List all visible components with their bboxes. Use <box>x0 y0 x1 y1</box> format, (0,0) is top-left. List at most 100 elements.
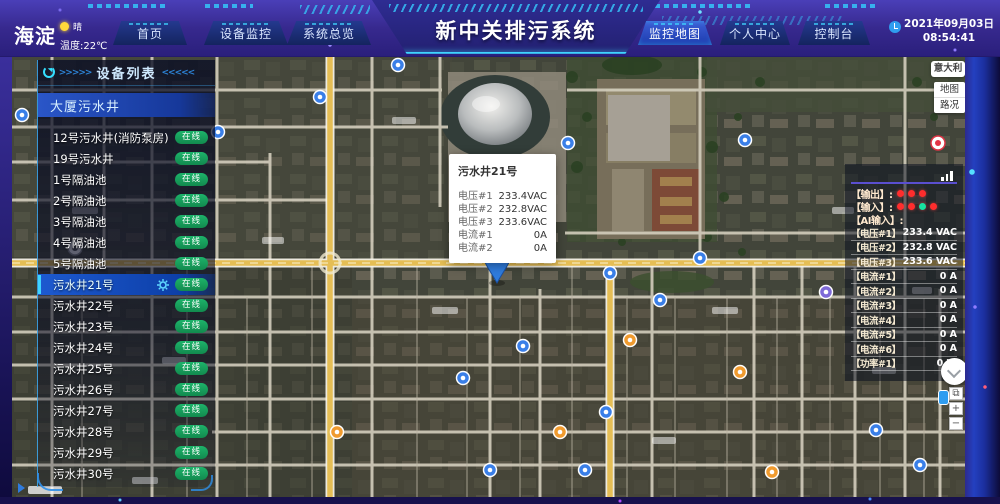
panel-collapse-button[interactable] <box>941 358 968 385</box>
region-label: 海淀 <box>14 20 56 49</box>
device-list-title: 设备列表 <box>96 63 156 82</box>
map-type-option-map[interactable]: 地图 <box>934 82 965 97</box>
status-dot <box>930 203 937 210</box>
map-type-option-traffic[interactable]: 路况 <box>934 97 965 113</box>
nav-system-overview[interactable]: 系统总览 <box>287 21 371 45</box>
map-poi-label-chip: 意大利 <box>931 61 965 77</box>
clock-icon <box>889 21 901 33</box>
nav-monitor-map[interactable]: 监控地图 <box>638 21 712 45</box>
telemetry-row: 【电流#6】0 A <box>851 342 957 357</box>
status-badge: 在线 <box>175 278 208 291</box>
status-badge: 在线 <box>175 131 208 144</box>
list-item[interactable]: 污水井24号在线 <box>38 337 215 358</box>
list-item-selected[interactable]: 污水井21号 在线 <box>38 274 215 295</box>
dashboard: 意大利 地图 路况 ⧉ + − >>>>> 设备列表 <<<<< 大厦污水井 1… <box>0 0 1000 504</box>
status-badge: 在线 <box>175 404 208 417</box>
list-item[interactable]: 污水井22号在线 <box>38 295 215 316</box>
list-item[interactable]: 污水井30号在线 <box>38 463 215 484</box>
status-dot <box>919 190 926 197</box>
telemetry-header <box>851 168 957 184</box>
telemetry-row: 【电流#5】0 A <box>851 328 957 343</box>
map-logo <box>18 483 25 493</box>
status-badge: 在线 <box>175 362 208 375</box>
status-dot <box>908 190 915 197</box>
device-list-header: >>>>> 设备列表 <<<<< <box>38 60 215 86</box>
header-deco-dashes <box>655 4 750 8</box>
frame-bottom <box>0 497 1000 504</box>
chevrons-right-icon: >>>>> <box>59 68 92 78</box>
zoom-in-button[interactable]: + <box>949 402 963 415</box>
app-title: 新中关排污系统 <box>436 15 597 45</box>
status-badge: 在线 <box>175 236 208 249</box>
telemetry-row: 【电流#3】0 A <box>851 299 957 314</box>
status-badge: 在线 <box>175 383 208 396</box>
status-badge: 在线 <box>175 320 208 333</box>
map-zoom-control: ⧉ + − <box>949 387 963 432</box>
status-badge: 在线 <box>175 446 208 459</box>
status-badge: 在线 <box>175 467 208 480</box>
device-list: 12号污水井(消防泵房)在线 19号污水井在线 1号隔油池在线 2号隔油池在线 … <box>38 127 215 484</box>
list-item[interactable]: 12号污水井(消防泵房)在线 <box>38 127 215 148</box>
telemetry-row: 【电压#2】232.8 VAC <box>851 241 957 256</box>
app-title-band: 新中关排污系统 <box>372 0 660 56</box>
telemetry-row: 【电流#2】0 A <box>851 284 957 299</box>
status-dot <box>897 190 904 197</box>
status-badge: 在线 <box>175 152 208 165</box>
status-badge: 在线 <box>175 425 208 438</box>
date-label: 2021年09月03日 <box>903 18 995 32</box>
list-item[interactable]: 1号隔油池在线 <box>38 169 215 190</box>
list-item[interactable]: 19号污水井在线 <box>38 148 215 169</box>
map-overview-button[interactable]: ⧉ <box>949 387 963 400</box>
chevrons-left-icon: <<<<< <box>162 68 195 78</box>
telemetry-row: 【电压#1】233.4 VAC <box>851 226 957 241</box>
streetview-pegman-icon[interactable] <box>938 390 949 405</box>
header-deco-dashes <box>88 4 168 8</box>
list-item[interactable]: 污水井23号在线 <box>38 316 215 337</box>
device-list-panel: >>>>> 设备列表 <<<<< 大厦污水井 12号污水井(消防泵房)在线 19… <box>37 60 215 487</box>
nav-personal-center[interactable]: 个人中心 <box>720 21 790 45</box>
frame-left <box>0 57 12 504</box>
datetime-widget: 2021年09月03日 08:54:41 <box>903 18 995 45</box>
nav-home[interactable]: 首页 <box>113 21 187 45</box>
status-dot <box>919 203 926 210</box>
list-item[interactable]: 2号隔油池在线 <box>38 190 215 211</box>
gear-icon[interactable] <box>157 279 169 291</box>
frame-right <box>965 57 1000 504</box>
status-badge: 在线 <box>175 299 208 312</box>
telemetry-panel: 【输出】: 【输入】: 【AI输入】: 【电压#1】233.4 VAC 【电压#… <box>845 164 963 381</box>
header-deco-hatch <box>300 5 370 14</box>
list-item[interactable]: 3号隔油池在线 <box>38 211 215 232</box>
status-badge: 在线 <box>175 215 208 228</box>
bar-chart-icon[interactable] <box>941 170 955 181</box>
status-badge: 在线 <box>175 257 208 270</box>
telemetry-row: 【电流#1】0 A <box>851 270 957 285</box>
weather-condition: 晴 <box>73 23 82 33</box>
nav-console[interactable]: 控制台 <box>798 21 870 45</box>
header-deco-dashes <box>205 4 253 8</box>
status-dot <box>897 203 904 210</box>
list-item[interactable]: 4号隔油池在线 <box>38 232 215 253</box>
list-item[interactable]: 污水井27号在线 <box>38 400 215 421</box>
list-item[interactable]: 污水井29号在线 <box>38 442 215 463</box>
list-item[interactable]: 5号隔油池在线 <box>38 253 215 274</box>
status-badge: 在线 <box>175 173 208 186</box>
list-item[interactable]: 污水井25号在线 <box>38 358 215 379</box>
ai-input-row: 【AI输入】: <box>851 213 957 226</box>
list-item[interactable]: 污水井28号在线 <box>38 421 215 442</box>
time-label: 08:54:41 <box>903 32 995 46</box>
telemetry-row: 【电压#3】233.6 VAC <box>851 255 957 270</box>
top-header-bar: 海淀 晴 温度:22℃ 首页 设备监控 系统总览 新中关排污系统 监控地图 个人… <box>0 0 1000 57</box>
popup-title: 污水井21号 <box>458 163 547 179</box>
refresh-icon[interactable] <box>43 66 55 78</box>
status-badge: 在线 <box>175 341 208 354</box>
nav-device-monitor[interactable]: 设备监控 <box>204 21 288 45</box>
header-deco-dashes <box>825 4 877 8</box>
list-item[interactable]: 污水井26号在线 <box>38 379 215 400</box>
telemetry-row: 【电流#4】0 A <box>851 313 957 328</box>
status-dot <box>908 203 915 210</box>
zoom-out-button[interactable]: − <box>949 417 963 430</box>
device-category[interactable]: 大厦污水井 <box>38 93 215 117</box>
sun-icon <box>60 22 69 31</box>
status-badge: 在线 <box>175 194 208 207</box>
device-info-popup: 污水井21号 电压#1233.4VAC 电压#2232.8VAC 电压#3233… <box>449 154 556 263</box>
